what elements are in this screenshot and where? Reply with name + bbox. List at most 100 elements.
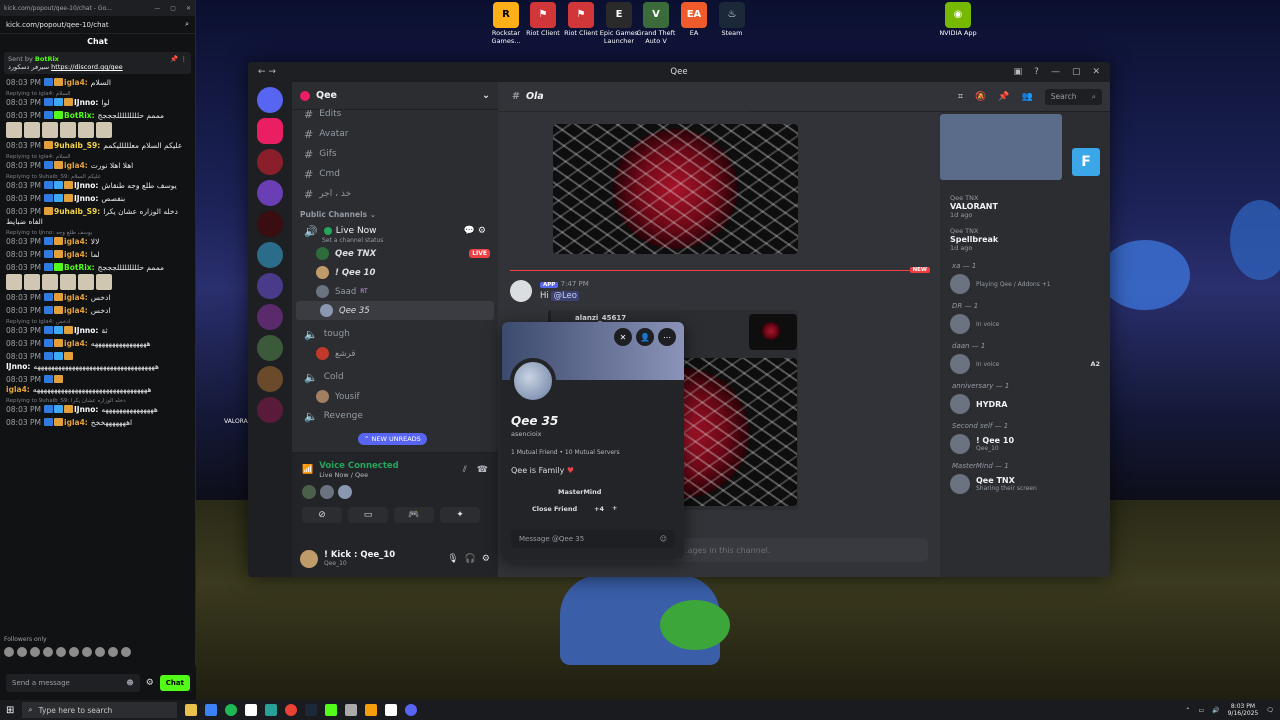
desktop-icon-valorant-label[interactable]: VALORA — [224, 418, 248, 425]
emote-icon[interactable] — [121, 647, 131, 657]
chat-message[interactable]: 08:03 PM 9uhaib_S9: عليكم السلام معللللليك… — [6, 141, 189, 151]
image-attachment[interactable] — [553, 124, 798, 254]
member-row[interactable]: Playing Qee / Addons +1 — [940, 272, 1110, 296]
chat-message[interactable]: Replying to igla4: ادخس 08:03 PM IJnno: ثة — [6, 319, 189, 336]
chat-message-list[interactable]: 08:03 PM igla4: السلام Replying to igla4: ا… — [0, 76, 195, 433]
reply-context[interactable]: Replying to igla4: السلام — [6, 91, 189, 98]
more-icon[interactable]: ⋯ — [658, 328, 676, 346]
chat-username[interactable]: 9uhaib_S9: — [54, 141, 100, 150]
activity-card[interactable]: Qee TNX VALORANT 1d ago — [940, 190, 1110, 223]
chat-username[interactable]: IJnno: — [74, 326, 98, 335]
chat-username[interactable]: IJnno: — [74, 405, 98, 414]
server-icon[interactable] — [257, 304, 283, 330]
app-icon[interactable] — [245, 704, 258, 716]
steam-icon[interactable] — [305, 704, 318, 716]
server-icon[interactable] — [257, 273, 283, 299]
chat-username[interactable]: 9uhaib_S9: — [54, 207, 100, 216]
chat-message[interactable]: Replying to IJnno: يوسف طلع وجه 08:03 PM i… — [6, 230, 189, 247]
emote-icon[interactable] — [43, 647, 53, 657]
member-row[interactable]: HYDRA — [940, 392, 1110, 416]
chrome-icon[interactable] — [285, 704, 298, 716]
member-row[interactable]: In voice — [940, 312, 1110, 336]
emoji-icon[interactable]: ☺ — [660, 535, 667, 543]
activity-button[interactable]: 🎮 — [394, 507, 434, 523]
server-icon[interactable] — [257, 335, 283, 361]
profile-message-input[interactable]: Message @Qee 35 ☺ — [511, 530, 675, 548]
add-role-icon[interactable]: + — [612, 504, 617, 512]
channel-cmd[interactable]: # Cmd — [292, 164, 498, 184]
search-input[interactable]: Search ⌕ — [1044, 88, 1102, 105]
member-row[interactable]: Qee TNX Sharing their screen — [940, 472, 1110, 496]
more-roles[interactable]: +4 — [594, 505, 604, 513]
app-icon[interactable] — [345, 704, 358, 716]
emote-icon[interactable] — [69, 647, 79, 657]
channel-arabic[interactable]: # خذ ، اجر — [292, 184, 498, 204]
chat-message[interactable]: 08:03 PM igla4: ادخس — [6, 306, 189, 316]
chat-username[interactable]: IJnno: — [74, 181, 98, 190]
spotify-icon[interactable] — [225, 704, 238, 716]
member-row[interactable]: ! Qee 10 Qee_10 — [940, 432, 1110, 456]
settings-icon[interactable]: ⚙ — [146, 678, 154, 688]
chat-message[interactable]: 08:03 PM BotRix: مممم حلللللللللجججج — [6, 263, 189, 290]
taskbar-search[interactable]: ⌕ Type here to search — [22, 702, 178, 718]
chat-username[interactable]: BotRix: — [64, 263, 95, 272]
app-icon[interactable] — [205, 704, 218, 716]
app-icon[interactable] — [385, 704, 398, 716]
emote-icon[interactable] — [30, 647, 40, 657]
app-icon[interactable] — [365, 704, 378, 716]
voice-user-selected[interactable]: Qee 35 — [296, 301, 494, 320]
chevron-down-icon[interactable]: ⌄ — [482, 90, 490, 101]
volume-icon[interactable]: 🔊 — [1212, 707, 1219, 714]
chat-message[interactable]: 08:03 PM igla4: ادخس — [6, 293, 189, 303]
kick-address-bar[interactable]: kick.com/popout/qee-10/chat ⌕ — [0, 16, 195, 34]
voice-channel-tough[interactable]: 🔈 tough — [292, 324, 498, 344]
voice-user[interactable]: Yousif — [292, 387, 498, 406]
profile-avatar[interactable] — [510, 358, 556, 404]
notification-icon[interactable]: 🔕 — [975, 92, 986, 102]
chat-message[interactable]: Replying to 9uhaib_S9: دخله الوزاره عشان… — [6, 398, 189, 415]
reply-context[interactable]: Replying to IJnno: يوسف طلع وجه — [6, 230, 189, 237]
activity-card[interactable]: Qee TNX Spellbreak 1d ago — [940, 223, 1110, 256]
gear-icon[interactable]: ⚙ — [482, 554, 490, 564]
chat-username[interactable]: igla4: — [64, 418, 88, 427]
chat-message[interactable]: 08:03 PMIJnno: هههههههههههههههههههههههههه… — [6, 352, 189, 372]
chat-username[interactable]: igla4: — [64, 306, 88, 315]
search-icon[interactable]: ⌕ — [185, 20, 189, 29]
chat-username[interactable]: IJnno: — [74, 194, 98, 203]
member-row[interactable]: In voice A2 — [940, 352, 1110, 376]
emote-icon[interactable] — [108, 647, 118, 657]
threads-icon[interactable]: ⌗ — [958, 92, 963, 102]
file-explorer-icon[interactable] — [185, 704, 198, 716]
chat-username[interactable]: igla4: — [64, 339, 88, 348]
voice-location[interactable]: Live Now / Qee — [319, 471, 399, 479]
maximize-icon[interactable]: ▢ — [170, 5, 176, 12]
server-icon[interactable] — [257, 397, 283, 423]
minimize-icon[interactable]: — — [1051, 67, 1060, 77]
chat-message[interactable]: 08:03 PM BotRix: مممم حلللللللللجججج — [6, 111, 189, 138]
close-icon[interactable]: ✕ — [1092, 67, 1100, 77]
chat-message[interactable]: 08:03 PM igla4: السلام — [6, 78, 189, 88]
stream-preview[interactable] — [940, 114, 1062, 180]
chat-message[interactable]: 08:03 PM 9uhaib_S9: دخله الوزاره عشان يكرا… — [6, 207, 189, 227]
pin-icon[interactable]: 📌 — [998, 92, 1009, 102]
chat-username[interactable]: igla4: — [64, 250, 88, 259]
clock[interactable]: 8:03 PM 9/16/2025 — [1228, 703, 1259, 717]
voice-channel-cold[interactable]: 🔈 Cold — [292, 367, 498, 387]
channel-edits[interactable]: # Edits — [292, 104, 498, 124]
server-icon[interactable] — [257, 118, 283, 144]
chat-username[interactable]: IJnno: — [74, 98, 98, 107]
inbox-icon[interactable]: ▣ — [1014, 67, 1023, 77]
screen-share-button[interactable]: ▭ — [348, 507, 388, 523]
avatar[interactable] — [510, 280, 532, 302]
microphone-icon[interactable]: 🎙 — [447, 554, 458, 564]
desktop-icon-nvidia[interactable]: ◉ NVIDIA App — [936, 2, 980, 37]
windows-start-icon[interactable]: ⊞ — [6, 705, 14, 716]
emote-bar[interactable] — [4, 647, 131, 657]
pinned-link[interactable]: https://discord.gg/qee — [51, 63, 122, 71]
reply-context[interactable]: Replying to igla4: السلام — [6, 154, 189, 161]
emote-icon[interactable] — [4, 647, 14, 657]
server-icon[interactable] — [257, 211, 283, 237]
embed-thumbnail[interactable] — [749, 314, 797, 350]
disconnect-icon[interactable]: ☎ — [477, 465, 488, 475]
server-icon[interactable] — [257, 242, 283, 268]
